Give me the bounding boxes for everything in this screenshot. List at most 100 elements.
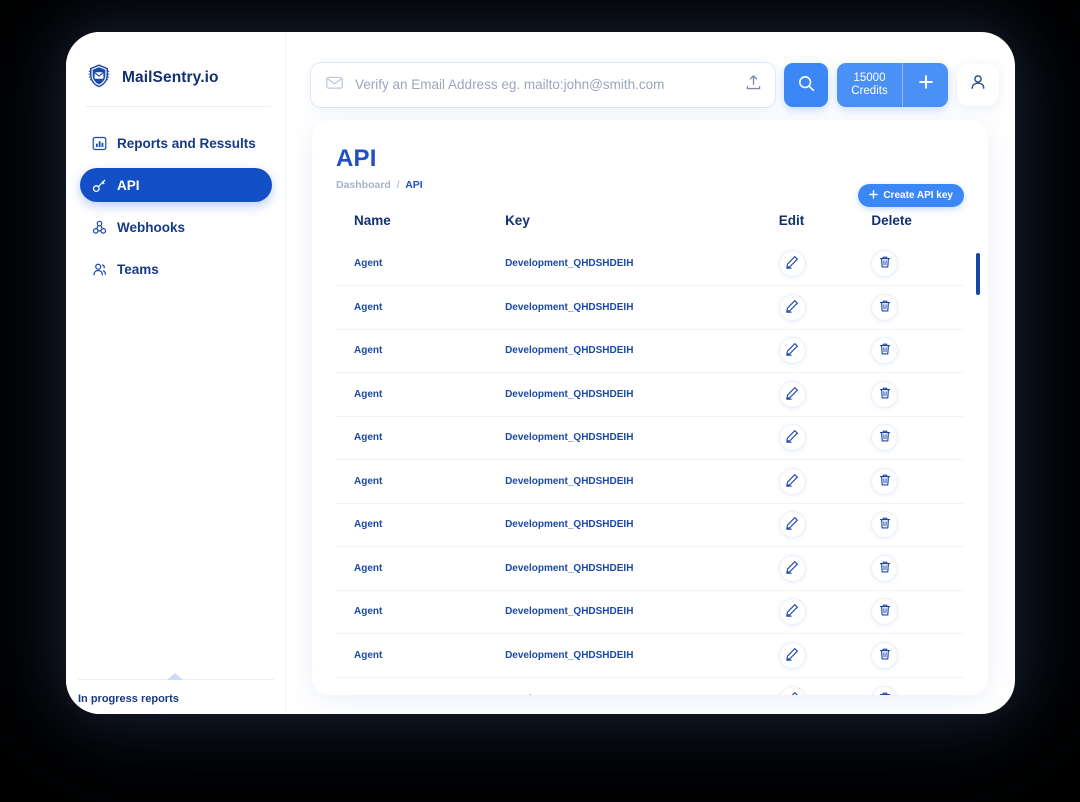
table-row[interactable]: AgentDevelopment_QHDSHDEIH bbox=[336, 242, 964, 286]
cell-name: Agent bbox=[336, 415, 506, 460]
plus-icon bbox=[869, 189, 879, 202]
edit-key-button[interactable] bbox=[778, 424, 806, 452]
cell-edit bbox=[778, 589, 872, 634]
table-row[interactable]: AgentDevelopment_QHDSHDEIH bbox=[336, 415, 964, 460]
create-api-key-button[interactable]: Create API key bbox=[858, 184, 964, 207]
search-icon bbox=[797, 74, 816, 96]
sidebar-item-teams[interactable]: Teams bbox=[80, 252, 272, 286]
cell-delete bbox=[871, 415, 964, 460]
table-row[interactable]: AgentDevelopment_QHDSHDEIH bbox=[336, 502, 964, 547]
trash-icon bbox=[878, 516, 892, 533]
column-header-key: Key bbox=[505, 213, 530, 228]
column-header-name: Name bbox=[354, 213, 391, 228]
delete-key-button[interactable] bbox=[871, 598, 899, 626]
edit-key-button[interactable] bbox=[778, 250, 806, 277]
delete-key-button[interactable] bbox=[871, 554, 899, 582]
delete-key-button[interactable] bbox=[871, 293, 899, 321]
cell-edit bbox=[778, 502, 872, 547]
trash-icon bbox=[878, 473, 892, 490]
cell-edit bbox=[778, 459, 872, 503]
cell-edit bbox=[778, 372, 872, 416]
avatar[interactable] bbox=[957, 63, 999, 106]
pencil-icon bbox=[785, 516, 799, 533]
cell-delete bbox=[871, 676, 964, 695]
delete-key-button[interactable] bbox=[871, 380, 899, 408]
cell-name: Agent bbox=[336, 328, 506, 373]
sidebar-divider bbox=[85, 106, 271, 107]
trash-icon bbox=[878, 603, 892, 620]
table-row[interactable]: AgentDevelopment_QHDSHDEIH bbox=[336, 546, 964, 590]
cell-name: Agent bbox=[354, 258, 383, 269]
delete-key-button[interactable] bbox=[871, 511, 899, 539]
table-row[interactable]: AgentDevelopment_QHDSHDEIH bbox=[336, 589, 964, 634]
pencil-icon bbox=[785, 299, 799, 316]
search-bar[interactable] bbox=[311, 62, 775, 107]
api-content-card: API Dashboard / API Create API key Name … bbox=[312, 120, 988, 695]
delete-key-button[interactable] bbox=[871, 467, 899, 495]
pencil-icon bbox=[785, 342, 799, 359]
table-row[interactable]: AgentDevelopment_QHDSHDEIH bbox=[336, 285, 964, 329]
cell-key: Development_QHDSHDEIH bbox=[505, 502, 779, 547]
cell-edit bbox=[778, 415, 872, 460]
chevron-up-icon[interactable] bbox=[167, 673, 183, 680]
user-icon bbox=[968, 72, 988, 97]
pencil-icon bbox=[785, 647, 799, 664]
cell-key: Development_QHDSHDEIH bbox=[505, 546, 779, 590]
edit-key-button[interactable] bbox=[778, 467, 806, 495]
sidebar-item-webhooks[interactable]: Webhooks bbox=[80, 210, 272, 244]
table-row[interactable]: AgentDevelopment_QHDSHDEIH bbox=[336, 328, 964, 373]
table-row[interactable]: AgentDevelopment_QHDSHDEIH bbox=[336, 372, 964, 416]
cell-delete bbox=[871, 242, 964, 286]
api-keys-table-wrap: Name Key Edit Delete Agent Development_QH… bbox=[336, 213, 980, 695]
edit-key-button[interactable] bbox=[778, 337, 806, 365]
edit-key-button[interactable] bbox=[778, 554, 806, 582]
cell-name: Agent bbox=[336, 372, 506, 416]
search-input[interactable] bbox=[355, 77, 733, 92]
cell-delete bbox=[871, 328, 964, 373]
table-scrollbar[interactable] bbox=[976, 253, 980, 553]
cell-name: Agent bbox=[336, 589, 506, 634]
edit-key-button[interactable] bbox=[778, 598, 806, 626]
table-row[interactable]: AgentDevelopment_QHDSHDEIH bbox=[336, 459, 964, 503]
cell-key: Development_QHDSHDEIH bbox=[505, 328, 779, 373]
sidebar-item-label: Teams bbox=[117, 261, 159, 277]
add-credits-button[interactable] bbox=[903, 63, 948, 107]
cell-delete bbox=[871, 589, 964, 634]
pencil-icon bbox=[785, 429, 799, 446]
pencil-icon bbox=[785, 560, 799, 577]
credits-display[interactable]: 15000 Credits bbox=[837, 62, 903, 107]
pencil-icon bbox=[785, 255, 799, 272]
delete-key-button[interactable] bbox=[871, 337, 899, 365]
cell-delete bbox=[871, 459, 964, 503]
sidebar-item-reports[interactable]: Reports and Ressults bbox=[80, 126, 272, 160]
api-keys-table-body: Agent Development_QHDSHDEIH Agent Developme… bbox=[336, 242, 964, 695]
edit-key-button[interactable] bbox=[778, 685, 806, 695]
delete-key-button[interactable] bbox=[871, 641, 899, 669]
table-row[interactable]: AgentDevelopment_QHDSHDEIH bbox=[336, 633, 964, 677]
cell-edit bbox=[778, 676, 872, 695]
table-row[interactable]: AgentDevelopment_QHDSHDEIH bbox=[336, 676, 964, 695]
trash-icon bbox=[878, 560, 892, 577]
cell-name: Agent bbox=[336, 285, 506, 329]
delete-key-button[interactable] bbox=[871, 250, 899, 277]
edit-key-button[interactable] bbox=[778, 641, 806, 669]
people-icon bbox=[92, 262, 107, 277]
delete-key-button[interactable] bbox=[871, 424, 899, 452]
breadcrumb-root[interactable]: Dashboard bbox=[336, 179, 391, 191]
cell-edit bbox=[778, 546, 872, 590]
sidebar-item-api[interactable]: API bbox=[80, 168, 272, 202]
search-button[interactable] bbox=[784, 62, 828, 107]
edit-key-button[interactable] bbox=[778, 511, 806, 539]
upload-icon[interactable] bbox=[744, 73, 763, 97]
delete-key-button[interactable] bbox=[871, 685, 899, 695]
cell-edit bbox=[778, 328, 872, 373]
table-scrollbar-thumb[interactable] bbox=[976, 253, 980, 295]
pencil-icon bbox=[785, 603, 799, 620]
edit-key-button[interactable] bbox=[778, 293, 806, 321]
cell-delete bbox=[871, 285, 964, 329]
credits-label: Credits bbox=[851, 84, 888, 97]
edit-key-button[interactable] bbox=[778, 380, 806, 408]
cell-delete bbox=[871, 633, 964, 677]
column-header-edit: Edit bbox=[778, 213, 805, 228]
create-api-key-label: Create API key bbox=[883, 190, 953, 201]
